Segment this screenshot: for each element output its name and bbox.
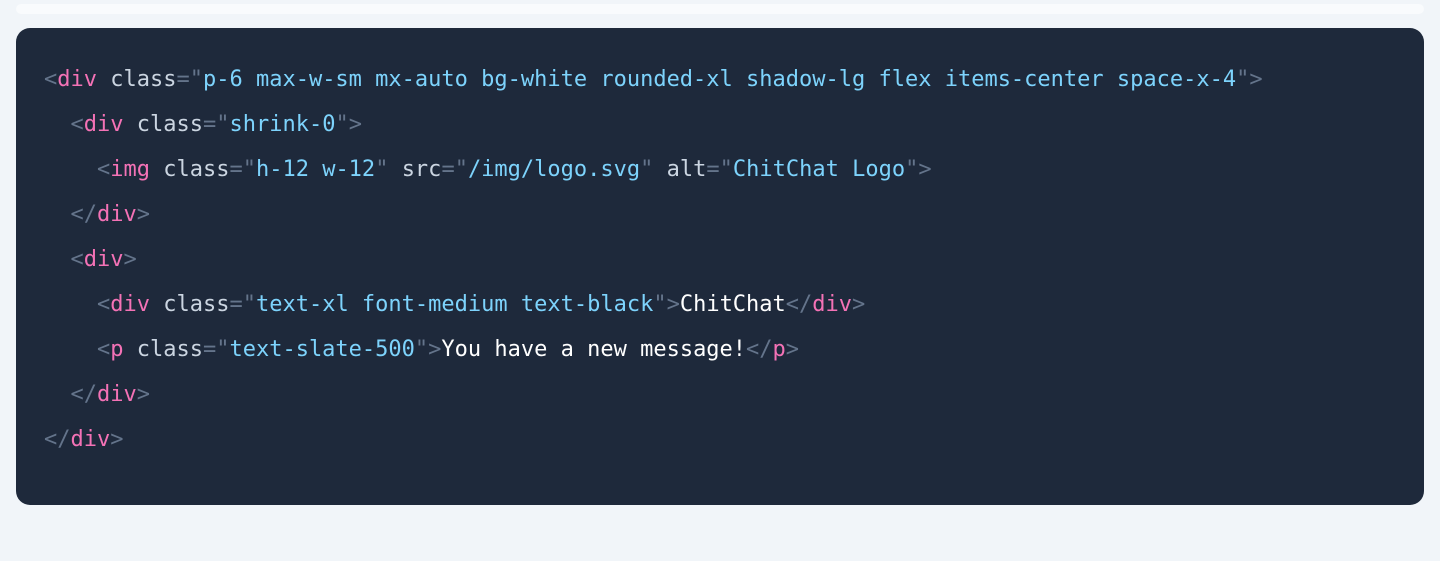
code-block[interactable]: <div class="p-6 max-w-sm mx-auto bg-whit… [16,28,1424,505]
code-content: <div class="p-6 max-w-sm mx-auto bg-whit… [16,28,1424,505]
preview-panel-hint [16,4,1424,14]
